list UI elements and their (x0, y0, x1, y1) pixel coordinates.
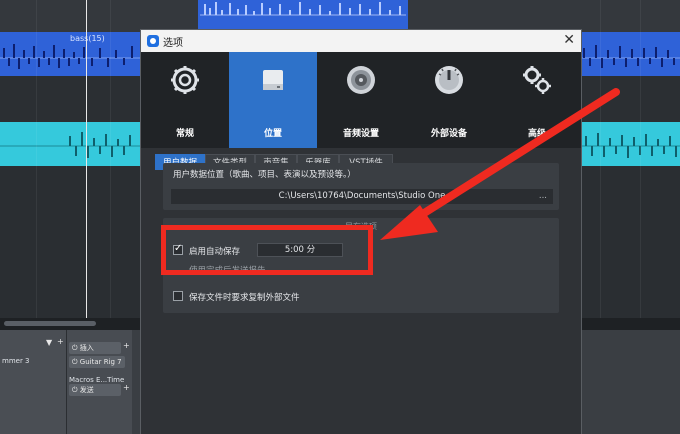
screen: bass(15) mmer 3 ▼ + ⏻ 插入 + ⏻ Guitar Rig … (0, 0, 680, 434)
annotation-arrow-icon (380, 88, 620, 240)
